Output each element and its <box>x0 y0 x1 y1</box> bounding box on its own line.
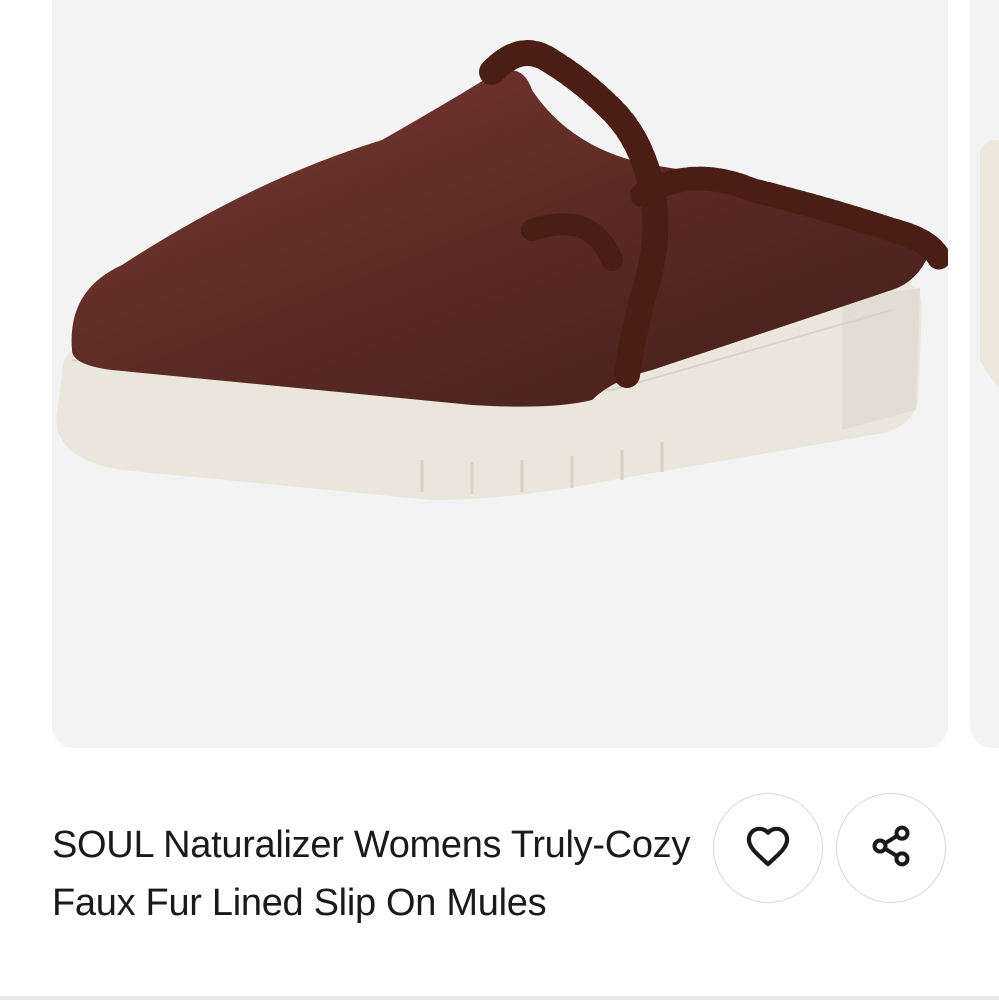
bottom-divider <box>0 996 999 1000</box>
share-button[interactable] <box>836 793 946 903</box>
product-image <box>56 40 948 500</box>
heart-icon <box>745 825 791 872</box>
product-image-card[interactable] <box>52 0 948 748</box>
product-title: SOUL Naturalizer Womens Truly-Cozy Faux … <box>52 824 691 924</box>
next-product-image <box>980 140 999 389</box>
next-product-image-card[interactable] <box>970 0 999 748</box>
image-carousel[interactable] <box>0 0 999 750</box>
favorite-button[interactable] <box>713 793 823 903</box>
share-icon <box>869 824 913 873</box>
